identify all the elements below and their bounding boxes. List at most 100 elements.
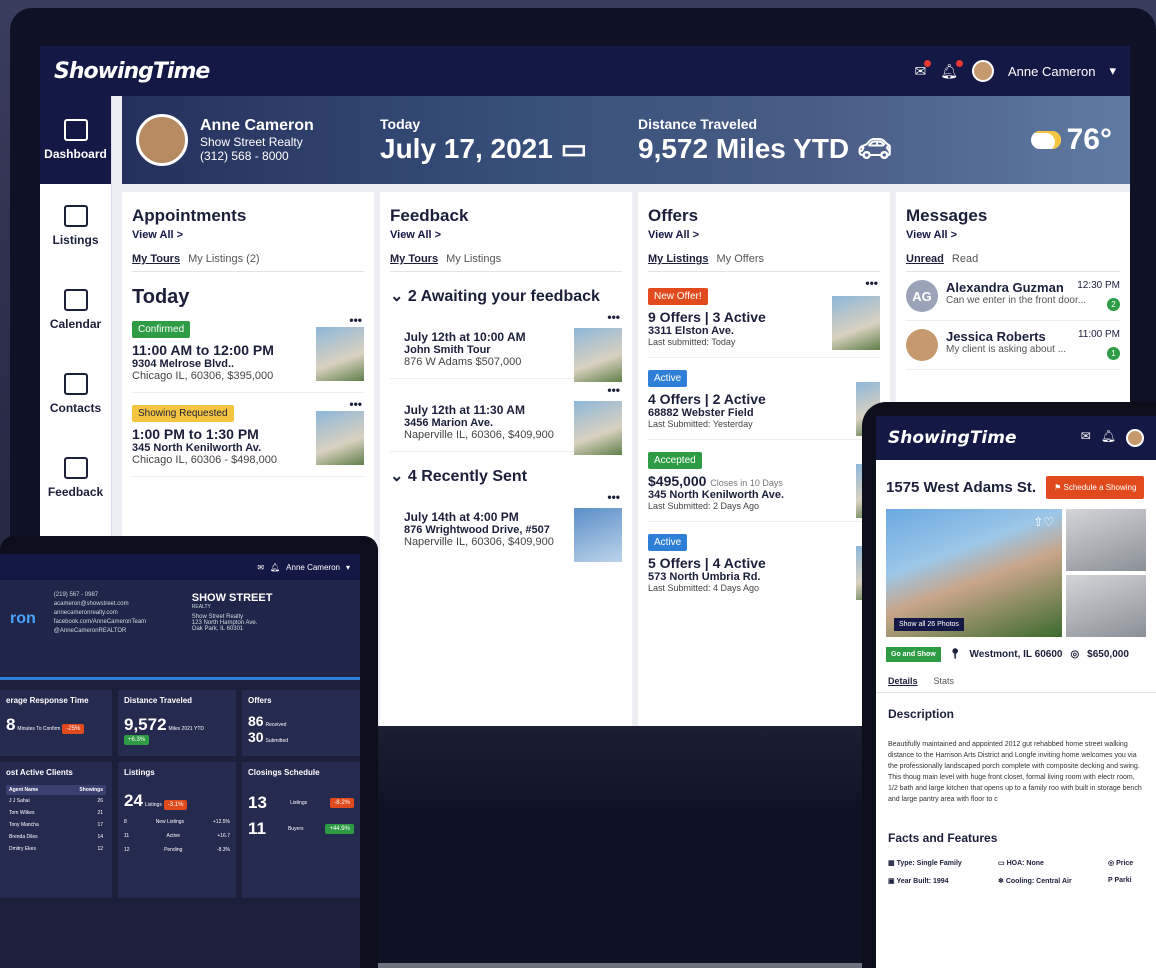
status-badge: Showing Requested [132,405,234,422]
feedback-card[interactable]: ••• July 14th at 4:00 PM 876 Wrightwood … [390,486,622,562]
avatar[interactable] [1126,429,1144,447]
company-logo: SHOW STREET [191,592,273,604]
view-all-link[interactable]: View All > [390,229,622,241]
view-all-link[interactable]: View All > [648,229,880,241]
more-icon[interactable]: ••• [607,310,620,324]
card-title: Closings Schedule [248,768,320,777]
contact-facebook[interactable]: facebook.com/AnneCameronTeam [54,619,174,625]
offer-address: 68882 Webster Field [648,407,754,419]
app-logo[interactable]: ShowingTime [888,428,1017,448]
calendar-icon[interactable]: ▭ [561,133,587,164]
share-heart-icon[interactable]: ⇧♡ [1033,515,1054,529]
listing-address: 1575 West Adams St. [886,479,1037,496]
offer-last-submitted: Last Submitted: 4 Days Ago [648,583,760,593]
listings-card[interactable]: Listings 24 Listings -3.1% 8 New Listings… [118,762,236,898]
bell-icon[interactable]: 🔔︎ [1101,429,1116,447]
status-badge: Accepted [648,452,702,469]
chevron-down-icon[interactable]: ▾ [1109,63,1116,79]
profile-company: Show Street Realty [200,135,303,149]
table-row[interactable]: Tony Mancha 17 [6,819,106,831]
tab-read[interactable]: Read [952,253,978,265]
feedback-card[interactable]: ••• July 12th at 10:00 AM John Smith Tou… [390,306,622,382]
view-all-link[interactable]: View All > [906,229,1120,241]
show-all-photos-button[interactable]: Show all 26 Photos [894,618,964,631]
card-title: ost Active Clients [6,768,73,777]
sidebar-item-listings[interactable]: Listings [40,184,111,268]
schedule-showing-button[interactable]: ⚑ Schedule a Showing [1046,476,1145,499]
address-line: Oak Park, IL 60301 [191,626,244,632]
table-row[interactable]: J J Sahai 26 [6,795,106,807]
thumbnail-photo[interactable] [1066,509,1146,571]
avatar[interactable] [972,60,995,82]
stat-unit: Submitted [265,738,289,744]
house-thumbnail[interactable] [316,411,364,465]
more-icon[interactable]: ••• [349,397,362,411]
feedback-card[interactable]: ••• July 12th at 11:30 AM 3456 Marion Av… [390,379,622,455]
stat-unit: Received [265,722,287,728]
chevron-down-icon[interactable]: ▾ [346,563,350,572]
offer-address: 573 North Umbria Rd. [648,571,761,583]
tab-my-listings[interactable]: My Listings [446,253,501,265]
tab-my-listings[interactable]: My Listings (2) [188,253,260,265]
appointment-card[interactable]: ••• Showing Requested 1:00 PM to 1:30 PM… [132,393,364,477]
table-row[interactable]: Brenda Diles 14 [6,831,106,843]
contact-email[interactable]: acameron@showstreet.com [54,601,174,607]
contact-twitter[interactable]: @AnneCameronREALTOR [54,628,174,634]
bell-icon[interactable]: 🔔︎ [940,59,964,80]
building-thumbnail[interactable] [574,508,622,562]
section-heading: Today [132,286,190,308]
tab-my-listings[interactable]: My Listings [648,253,709,265]
contact-phone[interactable]: (219) 567 - 0987 [54,592,174,598]
house-thumbnail[interactable] [574,328,622,382]
chevron-down-icon[interactable]: ⌄ [390,288,403,305]
contact-website[interactable]: annecameronrealty.com [54,610,174,616]
appointment-card[interactable]: ••• Confirmed 11:00 AM to 12:00 PM 9304 … [132,309,364,393]
user-name[interactable]: Anne Cameron [1008,64,1095,79]
avatar: AG [906,280,938,312]
house-thumbnail[interactable] [574,401,622,455]
message-item[interactable]: Jessica Roberts My client is asking abou… [906,321,1120,370]
more-icon[interactable]: ••• [607,490,620,504]
table-row[interactable]: Dmitry Ekes 12 [6,843,106,855]
tab-unread[interactable]: Unread [906,253,944,265]
offer-last-submitted: Last Submitted: Yesterday [648,419,753,429]
user-name[interactable]: Anne Cameron [286,563,340,572]
main-photo[interactable]: ⇧♡ Show all 26 Photos [886,509,1062,637]
house-thumbnail[interactable] [316,327,364,381]
offer-card[interactable]: ••• New Offer! 9 Offers | 3 Active 3311 … [648,272,880,358]
offer-card[interactable]: Active 4 Offers | 2 Active 68882 Webster… [648,358,880,440]
tab-details[interactable]: Details [888,676,918,686]
offer-address: 345 North Kenilworth Ave. [648,489,785,501]
more-icon[interactable]: ••• [349,313,362,327]
sidebar-item-dashboard[interactable]: Dashboard [40,96,111,184]
offers-card[interactable]: Offers 86 Received 30 Submitted [242,690,360,756]
offer-card[interactable]: Accepted $495,000 Closes in 10 Days 345 … [648,440,880,522]
tab-stats[interactable]: Stats [934,676,955,686]
more-icon[interactable]: ••• [865,276,878,290]
tab-my-offers[interactable]: My Offers [717,253,764,265]
chevron-down-icon[interactable]: ⌄ [390,468,403,485]
thumbnail-photo[interactable] [1066,575,1146,637]
app-logo[interactable]: ShowingTime [54,59,210,84]
sidebar-item-feedback[interactable]: Feedback [40,436,111,520]
response-time-card[interactable]: erage Response Time 8 Minutes To Confirm… [0,690,112,756]
mail-icon[interactable]: ✉ [257,563,264,572]
message-item[interactable]: AG Alexandra Guzman Can we enter in the … [906,272,1120,321]
active-clients-card[interactable]: ost Active Clients Agent Name Showings J … [0,762,112,898]
mail-icon[interactable]: ✉ [915,59,932,80]
tab-my-tours[interactable]: My Tours [132,253,180,265]
laptop-navbar: ✉ 🔔︎ Anne Cameron ▾ [0,554,360,580]
view-all-link[interactable]: View All > [132,229,364,241]
table-row[interactable]: Tom Wilkes 21 [6,807,106,819]
bell-icon[interactable]: 🔔︎ [270,563,280,572]
offer-card[interactable]: Active 5 Offers | 4 Active 573 North Umb… [648,522,880,603]
people-icon [63,373,88,395]
closings-card[interactable]: Closings Schedule 13 Listings -8.2% 11 Buye… [242,762,360,898]
sidebar-item-contacts[interactable]: Contacts [40,352,111,436]
house-thumbnail[interactable] [832,296,880,350]
tab-my-tours[interactable]: My Tours [390,253,438,265]
sidebar-item-calendar[interactable]: Calendar [40,268,111,352]
distance-card[interactable]: Distance Traveled 9,572 Miles 2021 YTD +… [118,690,236,756]
mail-icon[interactable]: ✉ [1081,429,1091,447]
more-icon[interactable]: ••• [607,383,620,397]
